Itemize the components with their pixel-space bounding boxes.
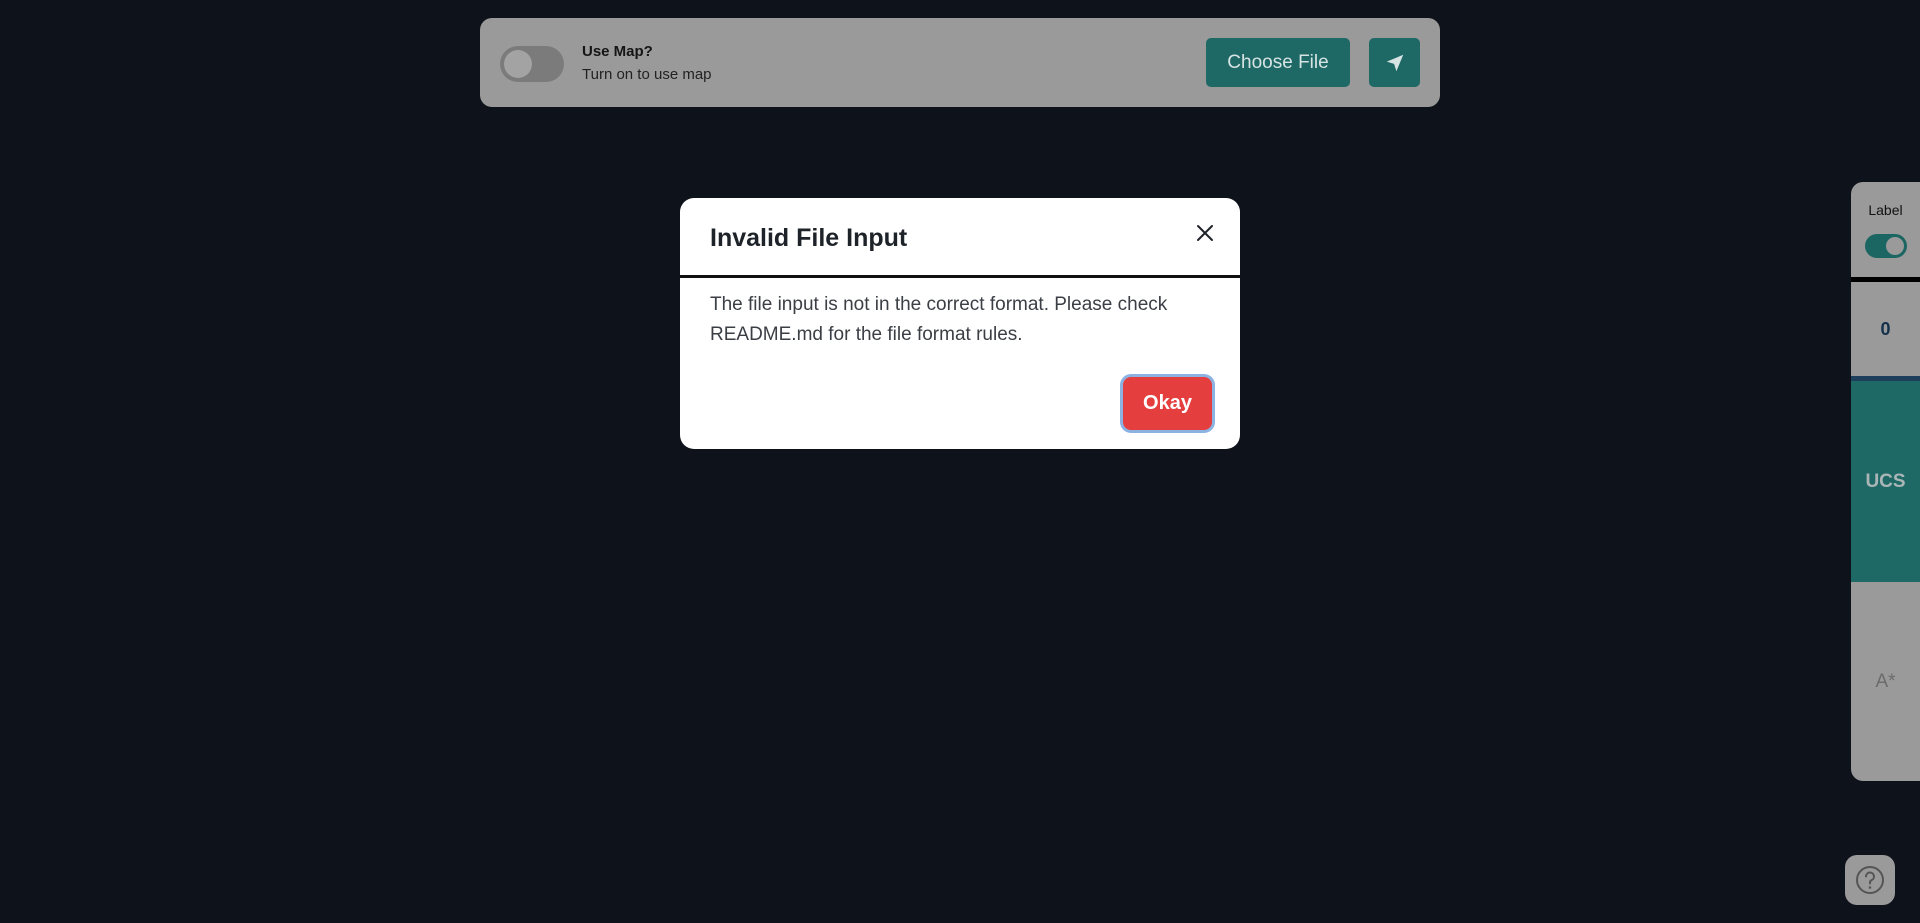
app-root: Use Map? Turn on to use map Choose File … xyxy=(0,0,1920,923)
question-icon xyxy=(1856,866,1884,894)
label-toggle-panel: Label xyxy=(1851,182,1920,277)
label-text: Label xyxy=(1868,202,1903,218)
label-toggle[interactable] xyxy=(1865,234,1907,258)
algorithm-astar-button[interactable]: A* xyxy=(1851,582,1920,781)
toggle-knob xyxy=(1886,237,1904,255)
use-map-subtitle: Turn on to use map xyxy=(582,66,712,83)
dialog-title: Invalid File Input xyxy=(710,224,908,252)
dialog-message: The file input is not in the correct for… xyxy=(710,294,1168,345)
use-map-title: Use Map? xyxy=(582,43,653,60)
top-toolbar: Use Map? Turn on to use map Choose File xyxy=(480,18,1440,107)
locate-button[interactable] xyxy=(1369,38,1420,87)
okay-button[interactable]: Okay xyxy=(1123,377,1212,430)
close-button[interactable] xyxy=(1191,219,1219,247)
algorithm-ucs-button[interactable]: UCS xyxy=(1851,381,1920,582)
node-count: 0 xyxy=(1851,282,1920,376)
choose-file-button[interactable]: Choose File xyxy=(1206,38,1350,87)
error-dialog: Invalid File Input The file input is not… xyxy=(680,198,1240,449)
dialog-divider xyxy=(680,275,1240,278)
toggle-knob xyxy=(504,50,532,78)
use-map-toggle[interactable] xyxy=(500,46,564,82)
close-icon xyxy=(1197,225,1213,241)
navigation-arrow-icon xyxy=(1386,54,1403,71)
help-button[interactable] xyxy=(1845,855,1895,905)
use-map-text: Use Map? Turn on to use map xyxy=(582,43,712,83)
